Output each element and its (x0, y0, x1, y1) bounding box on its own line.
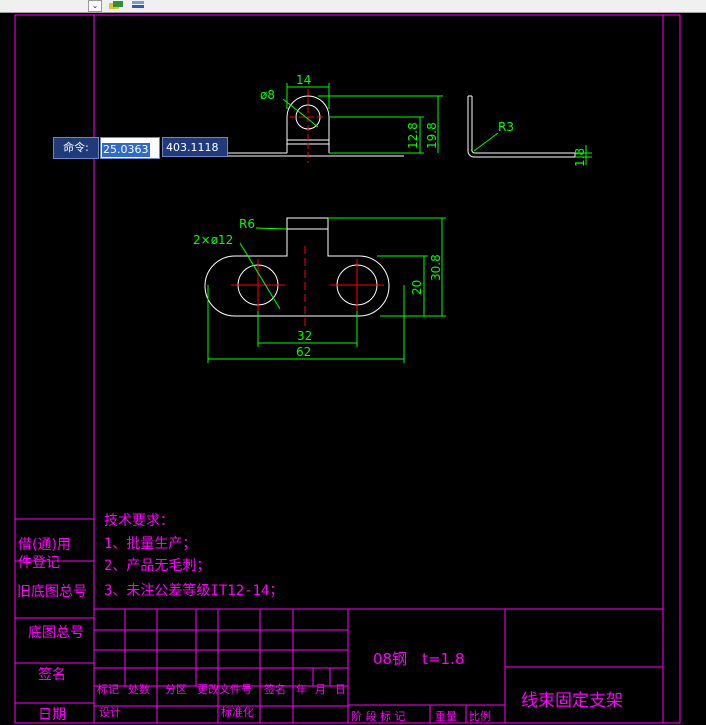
strip-label-signature: 签名 (38, 666, 66, 683)
header-month: 月 (315, 683, 326, 696)
dim-holes: 2×ø12 (193, 233, 233, 247)
dim-overall-width: 62 (296, 345, 311, 359)
plan-view: R6 2×ø12 32 62 20 30.8 (193, 217, 446, 363)
command-prompt-label: 命令: (53, 137, 99, 159)
header-day: 日 (335, 683, 346, 696)
coordinate-y-input[interactable]: 403.1118 (162, 137, 228, 157)
coordinate-x-value: 25.0363 (102, 143, 150, 157)
coordinate-x-input[interactable]: 25.0363 (100, 137, 160, 159)
dim-hole-spacing: 32 (297, 329, 312, 343)
material-spec: 08钢 t=1.8 (373, 650, 464, 668)
drawing-canvas[interactable]: 借(通)用 件登记 旧底图总号 底图总号 签名 日期 技术要求： 1、批量生产；… (0, 13, 706, 725)
strip-label-date: 日期 (38, 707, 66, 723)
dim-top-h1: 12.8 (406, 122, 420, 149)
strip-label-borrow: 借(通)用 (18, 537, 71, 553)
stage-mark-label: 阶 段 标 记 (351, 709, 406, 723)
weight-label: 重量 (435, 709, 457, 723)
header-sign: 签名 (264, 682, 286, 696)
dim-top-width: 14 (296, 73, 311, 87)
toolbar: ⌄ (0, 0, 706, 13)
header-count: 处数 (128, 683, 150, 696)
strip-label-base-no: 底图总号 (28, 625, 84, 641)
header-mark: 标记 (97, 682, 119, 696)
dim-side-thick: 1.8 (573, 148, 587, 167)
notes-item-1: 1、批量生产； (104, 536, 196, 552)
front-view: 14 ø8 12.8 19.8 (208, 73, 443, 163)
side-view: R3 1.8 (467, 95, 592, 167)
layer-previous-icon[interactable] (130, 0, 146, 10)
dim-overall-height: 30.8 (429, 254, 443, 281)
header-change-doc: 更改文件号 (197, 682, 252, 696)
header-zone: 分区 (165, 683, 187, 696)
dim-side-radius: R3 (498, 120, 514, 134)
header-year: 年 (296, 682, 307, 696)
part-name: 线束固定支架 (521, 691, 623, 711)
notes-item-2: 2、产品无毛刺； (104, 558, 210, 574)
dim-corner-radius: R6 (239, 217, 255, 231)
scale-label: 比例 (469, 709, 491, 723)
notes-item-3: 3、未注公差等级IT12-14； (104, 582, 283, 599)
chevron-down-icon[interactable]: ⌄ (88, 0, 102, 12)
notes-heading: 技术要求： (104, 513, 174, 529)
layer-state-icon[interactable] (108, 0, 124, 10)
standardize-label: 标准化 (221, 705, 254, 719)
dim-hole-height: 20 (410, 280, 424, 295)
strip-label-register: 件登记 (18, 555, 60, 571)
design-label: 设计 (99, 706, 121, 719)
dim-top-dia: ø8 (260, 88, 275, 102)
strip-label-old-base-no: 旧底图总号 (17, 584, 87, 600)
dim-top-h2: 19.8 (425, 122, 439, 149)
